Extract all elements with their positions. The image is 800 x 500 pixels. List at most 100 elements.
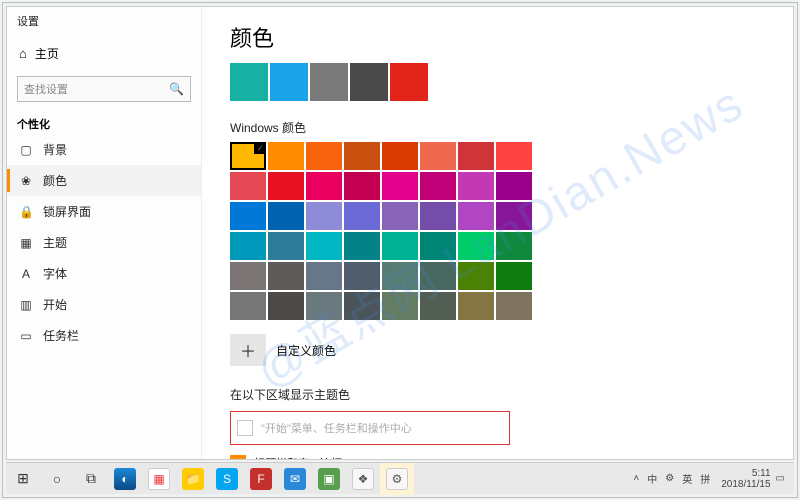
taskbar-app[interactable]: ◐ [108, 463, 142, 495]
custom-color-button[interactable]: ＋ [230, 334, 266, 366]
taskbar-app-settings[interactable]: ⚙ [380, 463, 414, 495]
color-swatch[interactable] [230, 292, 266, 320]
color-swatch[interactable] [458, 262, 494, 290]
section-label: 个性化 [7, 110, 201, 134]
taskbar-app[interactable]: ✉ [278, 463, 312, 495]
tray-icon[interactable]: ⚙ [662, 473, 677, 484]
color-swatch[interactable] [268, 232, 304, 260]
color-swatch[interactable] [344, 232, 380, 260]
color-swatch[interactable] [458, 232, 494, 260]
sidebar-item[interactable]: ❀颜色 [7, 165, 201, 196]
color-swatch[interactable] [344, 142, 380, 170]
checkbox-start-taskbar: "开始"菜单、任务栏和操作中心 [237, 416, 503, 440]
system-tray[interactable]: ˄ 中 ⚙ 英 拼 5:11 2018/11/15 ▭ [630, 468, 794, 490]
color-swatch[interactable] [344, 262, 380, 290]
color-swatch[interactable] [230, 232, 266, 260]
color-swatch[interactable] [306, 262, 342, 290]
ime-indicator[interactable]: 中 [644, 471, 660, 486]
sidebar-item[interactable]: 🔒锁屏界面 [7, 196, 201, 227]
color-swatch[interactable] [382, 292, 418, 320]
color-swatch[interactable] [458, 172, 494, 200]
color-swatch[interactable] [420, 172, 456, 200]
sidebar: 设置 ⌂ 主页 查找设置 🔍 个性化 ▢背景❀颜色🔒锁屏界面▦主题A字体▥开始▭… [7, 7, 202, 459]
taskbar-app[interactable]: S [210, 463, 244, 495]
palette-label: Windows 颜色 [230, 119, 765, 136]
home-label: 主页 [35, 45, 59, 62]
recent-color-swatch[interactable] [270, 63, 308, 101]
nav-label: 主题 [43, 234, 67, 251]
color-swatch[interactable] [420, 202, 456, 230]
color-swatch[interactable] [344, 172, 380, 200]
checkbox-label: 标题栏和窗口边框 [254, 455, 342, 459]
ime-indicator[interactable]: 拼 [697, 471, 713, 486]
taskbar-app[interactable]: ▦ [142, 463, 176, 495]
color-swatch[interactable] [420, 142, 456, 170]
color-swatch[interactable] [306, 202, 342, 230]
nav-label: 字体 [43, 265, 67, 282]
color-swatch[interactable] [230, 262, 266, 290]
search-input[interactable]: 查找设置 🔍 [17, 76, 191, 102]
color-swatch[interactable] [306, 232, 342, 260]
color-swatch[interactable] [458, 292, 494, 320]
color-swatch[interactable] [458, 142, 494, 170]
color-swatch[interactable] [420, 232, 456, 260]
home-button[interactable]: ⌂ 主页 [7, 39, 201, 68]
color-swatch[interactable] [344, 202, 380, 230]
nav-icon: ❀ [19, 174, 33, 188]
color-swatch[interactable] [496, 262, 532, 290]
color-swatch[interactable] [268, 292, 304, 320]
color-swatch[interactable] [458, 202, 494, 230]
color-swatch[interactable] [344, 292, 380, 320]
color-swatch[interactable] [496, 202, 532, 230]
color-swatch[interactable] [268, 202, 304, 230]
home-icon: ⌂ [19, 46, 27, 61]
surfaces-heading: 在以下区域显示主题色 [230, 386, 765, 403]
recent-color-swatch[interactable] [350, 63, 388, 101]
recent-color-swatch[interactable] [390, 63, 428, 101]
start-button[interactable]: ⊞ [6, 463, 40, 495]
checkbox-icon: ✓ [230, 455, 246, 459]
color-swatch[interactable] [496, 292, 532, 320]
color-swatch[interactable] [268, 172, 304, 200]
sidebar-item[interactable]: ▥开始 [7, 289, 201, 320]
nav-label: 开始 [43, 296, 67, 313]
color-swatch[interactable] [420, 292, 456, 320]
color-swatch[interactable] [496, 172, 532, 200]
tray-overflow-icon[interactable]: ˄ [630, 473, 642, 484]
page-title: 颜色 [230, 21, 765, 53]
search-icon: 🔍 [169, 82, 184, 96]
clock[interactable]: 5:11 2018/11/15 [721, 468, 770, 490]
color-swatch[interactable] [382, 232, 418, 260]
color-swatch[interactable] [382, 172, 418, 200]
ime-indicator[interactable]: 英 [679, 471, 695, 486]
notifications-icon[interactable]: ▭ [773, 473, 788, 484]
taskbar-app[interactable]: ❖ [346, 463, 380, 495]
sidebar-item[interactable]: A字体 [7, 258, 201, 289]
color-swatch[interactable] [382, 262, 418, 290]
color-swatch[interactable] [268, 262, 304, 290]
checkbox-label: "开始"菜单、任务栏和操作中心 [261, 420, 412, 436]
taskbar-app[interactable]: F [244, 463, 278, 495]
taskbar-app[interactable]: ▣ [312, 463, 346, 495]
color-swatch[interactable] [306, 292, 342, 320]
taskview-button[interactable]: ⧉ [74, 463, 108, 495]
color-swatch[interactable] [496, 142, 532, 170]
color-swatch[interactable] [496, 232, 532, 260]
recent-color-swatch[interactable] [310, 63, 348, 101]
taskbar-app[interactable]: 📁 [176, 463, 210, 495]
color-swatch[interactable] [306, 142, 342, 170]
color-swatch[interactable] [420, 262, 456, 290]
color-swatch[interactable] [230, 202, 266, 230]
sidebar-item[interactable]: ▦主题 [7, 227, 201, 258]
color-swatch[interactable]: ✓ [230, 142, 266, 170]
color-swatch[interactable] [230, 172, 266, 200]
search-button[interactable]: ○ [40, 463, 74, 495]
color-swatch[interactable] [306, 172, 342, 200]
sidebar-item[interactable]: ▭任务栏 [7, 320, 201, 351]
color-swatch[interactable] [268, 142, 304, 170]
recent-color-swatch[interactable] [230, 63, 268, 101]
sidebar-item[interactable]: ▢背景 [7, 134, 201, 165]
color-swatch[interactable] [382, 142, 418, 170]
checkbox-titlebars[interactable]: ✓ 标题栏和窗口边框 [230, 451, 765, 459]
color-swatch[interactable] [382, 202, 418, 230]
